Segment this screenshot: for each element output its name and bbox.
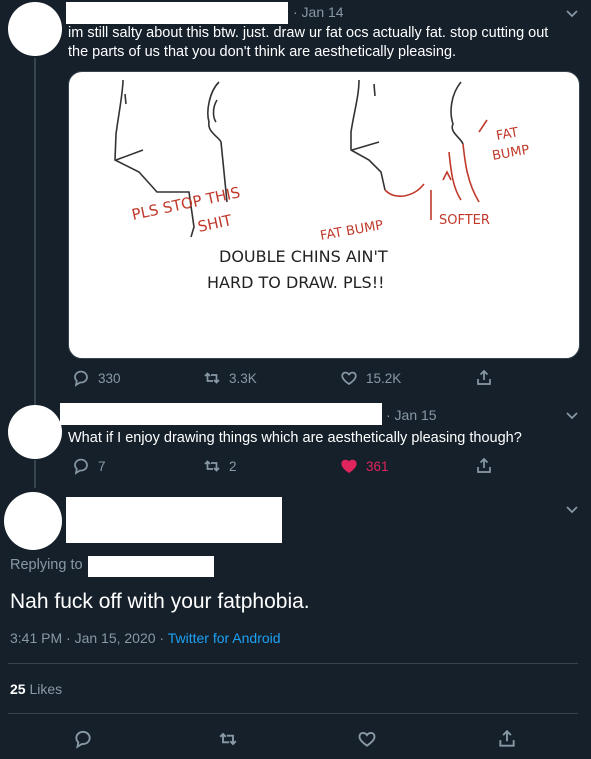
avatar[interactable]	[8, 2, 62, 56]
like-icon-filled	[341, 459, 357, 474]
share-button[interactable]	[497, 729, 517, 749]
reply-count: 330	[98, 370, 121, 386]
red-lines	[384, 119, 488, 220]
redacted-reply-handle	[88, 556, 214, 577]
like-count: 15.2K	[366, 370, 402, 386]
reply-icon	[74, 458, 88, 475]
redacted-username	[66, 497, 282, 543]
share-icon	[477, 369, 491, 385]
annotation-text: FAT BUMP	[319, 218, 385, 244]
annotation-text: SOFTER	[439, 213, 490, 228]
redacted-username	[60, 403, 382, 425]
tweet-text: Nah fuck off with your fatphobia.	[10, 590, 310, 613]
annotation-text: BUMP	[491, 143, 531, 164]
like-icon	[341, 371, 357, 386]
drawing: PLS STOP THIS SHIT FAT BUMP SOFTER FAT B…	[114, 79, 531, 292]
like-button-liked[interactable]: 361	[340, 457, 389, 475]
chevron-down-icon[interactable]	[565, 6, 579, 25]
caption-line: DOUBLE CHINS AIN'T	[219, 247, 388, 266]
likes-stat[interactable]: 25 Likes	[10, 681, 62, 697]
tweet-source[interactable]: Twitter for Android	[168, 630, 281, 646]
replying-to-label: Replying to	[10, 557, 83, 573]
likes-stat-count: 25	[10, 681, 26, 697]
share-icon	[477, 457, 491, 473]
retweet-count: 3.3K	[229, 370, 257, 386]
thread-line	[34, 58, 36, 408]
divider	[8, 663, 578, 664]
retweet-icon	[204, 460, 220, 472]
tweet-timestamp-line: 3:41 PM · Jan 15, 2020 · Twitter for And…	[10, 630, 281, 646]
reply-count: 7	[98, 458, 106, 474]
thread-line	[34, 460, 36, 488]
retweet-button[interactable]: 2	[203, 457, 237, 475]
share-button[interactable]	[475, 457, 493, 475]
like-icon	[358, 732, 376, 747]
retweet-count: 2	[229, 458, 237, 474]
annotation-text: SHIT	[196, 211, 234, 236]
tweet-date[interactable]: · Jan 14	[293, 4, 344, 20]
tweet-date[interactable]: · Jan 15	[386, 407, 437, 423]
tweet-image[interactable]: PLS STOP THIS SHIT FAT BUMP SOFTER FAT B…	[68, 71, 580, 359]
retweet-icon	[219, 732, 237, 746]
tweet-timestamp[interactable]: 3:41 PM · Jan 15, 2020 ·	[10, 630, 164, 646]
like-button[interactable]: 15.2K	[340, 369, 401, 387]
divider	[8, 713, 578, 714]
reply-button[interactable]	[73, 729, 93, 749]
reply-icon	[74, 370, 88, 387]
tweet-text: What if I enjoy drawing things which are…	[68, 430, 522, 446]
chevron-down-icon[interactable]	[565, 408, 579, 427]
like-count: 361	[366, 458, 389, 474]
retweet-button[interactable]: 3.3K	[203, 369, 257, 387]
tweet-text: im still salty about this btw. just. dra…	[68, 24, 583, 62]
tweet-text-line: the parts of us that you don't think are…	[68, 44, 457, 60]
tweet-text-line: im still salty about this btw. just. dra…	[68, 25, 549, 41]
reply-icon	[75, 730, 91, 749]
like-button[interactable]	[357, 729, 377, 749]
reply-button[interactable]: 7	[72, 457, 106, 475]
avatar[interactable]	[4, 492, 62, 550]
share-icon	[499, 729, 515, 747]
reply-button[interactable]: 330	[72, 369, 121, 387]
likes-stat-label: Likes	[29, 681, 63, 697]
annotation-text: FAT	[495, 125, 519, 144]
chevron-down-icon[interactable]	[565, 502, 579, 521]
retweet-icon	[204, 372, 220, 384]
redacted-username	[66, 2, 288, 24]
retweet-button[interactable]	[218, 729, 238, 749]
caption-line: HARD TO DRAW. PLS!!	[207, 273, 385, 292]
share-button[interactable]	[475, 369, 493, 387]
avatar[interactable]	[8, 405, 62, 459]
